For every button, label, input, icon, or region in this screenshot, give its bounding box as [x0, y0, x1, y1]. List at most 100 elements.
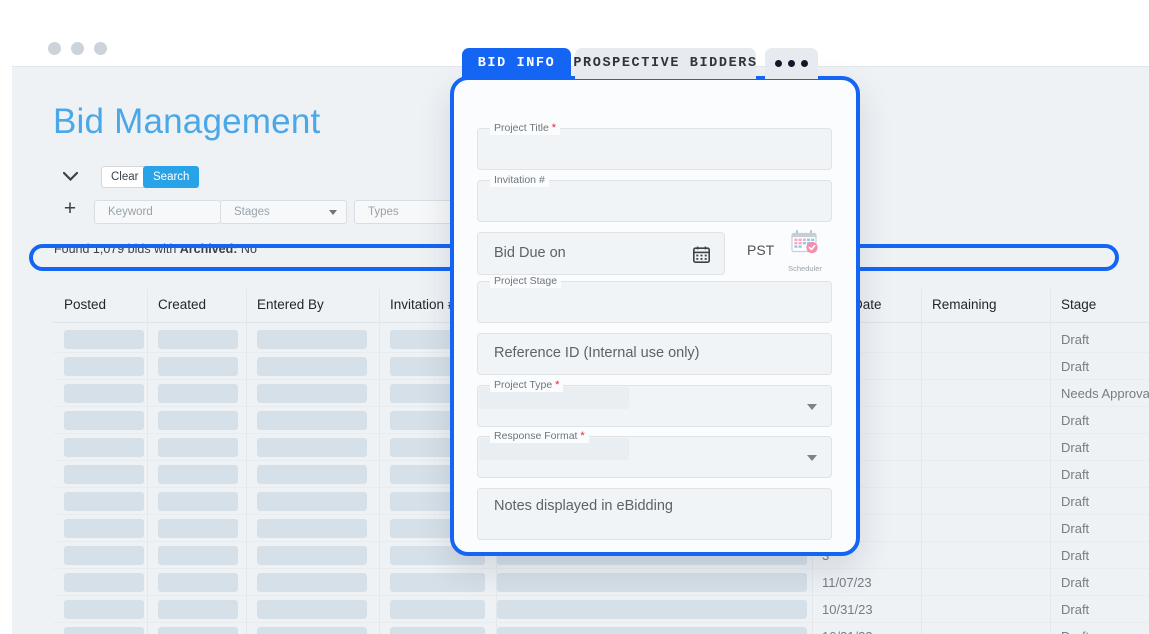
calendar-icon[interactable] [693, 246, 710, 268]
tab-bid-info[interactable]: BID INFO [462, 48, 571, 79]
table-column-divider [921, 289, 922, 634]
timezone-label: PST [747, 242, 775, 258]
skeleton-placeholder [257, 546, 367, 565]
cell-stage: Draft [1061, 440, 1090, 455]
skeleton-placeholder [158, 492, 238, 511]
cell-stage: Draft [1061, 413, 1090, 428]
reference-id-field[interactable]: Reference ID (Internal use only) [477, 333, 832, 375]
skeleton-placeholder [64, 627, 144, 634]
invitation-number-field[interactable]: Invitation # [477, 174, 832, 222]
cell-stage: Draft [1061, 602, 1090, 617]
skeleton-placeholder [158, 600, 238, 619]
skeleton-placeholder [390, 600, 485, 619]
bid-due-on-field[interactable]: Bid Due on [477, 232, 725, 275]
window-close-dot[interactable] [48, 42, 61, 55]
cell-date: 11/07/23 [822, 575, 872, 590]
reference-id-label: Reference ID (Internal use only) [494, 345, 700, 361]
skeleton-placeholder [64, 384, 144, 403]
project-stage-field[interactable]: Project Stage [477, 275, 832, 323]
stages-select[interactable]: Stages [220, 200, 347, 224]
project-type-label: Project Type * [490, 379, 564, 392]
bid-info-form-card: Project Title * Invitation # Bid Due on [450, 76, 860, 556]
column-header-created[interactable]: Created [158, 297, 206, 312]
skeleton-placeholder [257, 357, 367, 376]
ellipsis-icon [775, 60, 782, 67]
scheduler-calendar-icon [791, 230, 818, 254]
cell-stage: Draft [1061, 575, 1090, 590]
skeleton-placeholder [257, 519, 367, 538]
cell-stage: Draft [1061, 494, 1090, 509]
table-column-divider [379, 289, 380, 634]
skeleton-placeholder [64, 411, 144, 430]
skeleton-placeholder [257, 600, 367, 619]
keyword-input[interactable]: Keyword [94, 200, 221, 224]
skeleton-placeholder [257, 492, 367, 511]
table-row-divider [53, 568, 1149, 569]
tab-more[interactable] [765, 48, 818, 79]
skeleton-placeholder [257, 438, 367, 457]
skeleton-placeholder [257, 573, 367, 592]
project-type-select[interactable]: Project Type * [477, 379, 832, 427]
skeleton-placeholder [64, 465, 144, 484]
column-header-invitation[interactable]: Invitation # [390, 297, 455, 312]
ellipsis-icon [801, 60, 808, 67]
table-column-divider [246, 289, 247, 634]
skeleton-placeholder [158, 519, 238, 538]
skeleton-placeholder [158, 330, 238, 349]
scheduler-button[interactable]: Scheduler [779, 230, 831, 273]
plus-icon[interactable]: + [61, 198, 79, 219]
cell-stage: Draft [1061, 467, 1090, 482]
column-header-remaining[interactable]: Remaining [932, 297, 997, 312]
skeleton-placeholder [257, 330, 367, 349]
window-minimize-dot[interactable] [71, 42, 84, 55]
cell-stage: Draft [1061, 521, 1090, 536]
table-row-divider [53, 595, 1149, 596]
chevron-down-icon[interactable] [59, 165, 81, 187]
types-placeholder: Types [368, 206, 399, 218]
skeleton-placeholder [64, 519, 144, 538]
cell-date: 10/31/23 [822, 602, 873, 617]
search-button[interactable]: Search [143, 166, 200, 188]
skeleton-placeholder [390, 627, 485, 634]
chevron-down-icon [807, 404, 817, 410]
skeleton-placeholder [158, 411, 238, 430]
column-header-stage[interactable]: Stage [1061, 297, 1096, 312]
skeleton-placeholder [158, 438, 238, 457]
skeleton-placeholder [64, 600, 144, 619]
notes-field[interactable]: Notes displayed in eBidding [477, 488, 832, 540]
skeleton-placeholder [158, 384, 238, 403]
skeleton-placeholder [497, 600, 807, 619]
project-title-field[interactable]: Project Title * [477, 122, 832, 170]
skeleton-placeholder [497, 573, 807, 592]
window-maximize-dot[interactable] [94, 42, 107, 55]
notes-label: Notes displayed in eBidding [494, 498, 673, 514]
scheduler-label: Scheduler [788, 264, 822, 273]
response-format-select[interactable]: Response Format * [477, 430, 832, 478]
response-format-label: Response Format * [490, 430, 589, 443]
cell-stage: Needs Approval [1061, 386, 1149, 401]
bid-due-on-label: Bid Due on [494, 244, 566, 261]
skeleton-placeholder [158, 465, 238, 484]
stages-placeholder: Stages [234, 206, 270, 218]
column-header-entered-by[interactable]: Entered By [257, 297, 324, 312]
cell-stage: Draft [1061, 629, 1089, 634]
page-title: Bid Management [53, 102, 321, 141]
clear-button[interactable]: Clear [101, 166, 149, 188]
skeleton-placeholder [64, 573, 144, 592]
cell-stage: Draft [1061, 548, 1090, 563]
cell-stage: Draft [1061, 359, 1090, 374]
skeleton-placeholder [390, 573, 485, 592]
cell-date: 10/31/23 [822, 629, 873, 634]
table-column-divider [147, 289, 148, 634]
skeleton-placeholder [64, 330, 144, 349]
chevron-down-icon [329, 210, 337, 215]
skeleton-placeholder [257, 411, 367, 430]
skeleton-placeholder [64, 492, 144, 511]
skeleton-placeholder [64, 438, 144, 457]
skeleton-placeholder [158, 546, 238, 565]
skeleton-placeholder [64, 546, 144, 565]
skeleton-placeholder [64, 357, 144, 376]
column-header-posted[interactable]: Posted [64, 297, 106, 312]
tab-prospective-bidders[interactable]: PROSPECTIVE BIDDERS [573, 48, 756, 79]
project-title-label: Project Title * [490, 122, 561, 135]
